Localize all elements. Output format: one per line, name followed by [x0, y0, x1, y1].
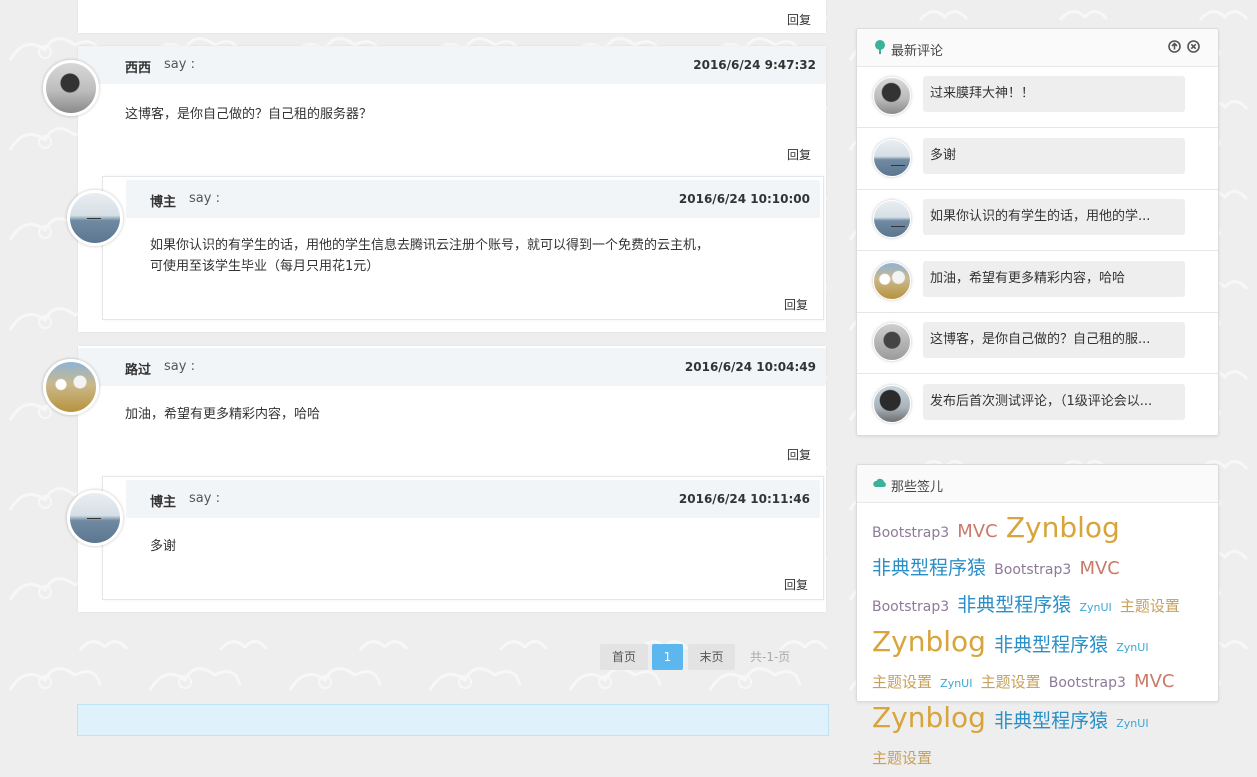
tag-link[interactable]: 主题设置	[1120, 597, 1180, 615]
say-label: say :	[189, 491, 220, 506]
latest-comment-text[interactable]: 这博客，是你自己做的？自己租的服...	[923, 322, 1185, 358]
comment-time: 2016/6/24 10:04:49	[684, 360, 816, 374]
pagination-total: 共-1-页	[750, 650, 791, 664]
reply-body: 如果你认识的有学生的话，用他的学生信息去腾讯云注册个账号，就可以得到一个免费的云…	[150, 235, 709, 277]
tag-cloud: Bootstrap3 MVC Zynblog 非典型程序猿 Bootstrap3…	[872, 511, 1206, 777]
tag-link[interactable]: ZynUI	[1079, 601, 1111, 614]
comment-header: 路过 say : 2016/6/24 10:04:49	[78, 348, 826, 386]
latest-comment-item[interactable]: 过来膜拜大神！！	[857, 66, 1218, 128]
latest-comment-text[interactable]: 发布后首次测试评论，（1级评论会以...	[923, 384, 1185, 420]
tags-panel: 那些签儿 Bootstrap3 MVC Zynblog 非典型程序猿 Boots…	[856, 464, 1219, 767]
reply-link[interactable]: 回复	[787, 146, 811, 163]
tag-link[interactable]: ZynUI	[940, 677, 972, 690]
close-icon[interactable]	[1187, 40, 1200, 53]
tag-link[interactable]: Bootstrap3	[1049, 675, 1126, 691]
reply-body: 多谢	[150, 539, 177, 554]
tag-link[interactable]: 主题设置	[981, 673, 1041, 691]
latest-comment-item[interactable]: 加油，希望有更多精彩内容，哈哈	[857, 251, 1218, 313]
reply-link[interactable]: 回复	[784, 576, 808, 593]
latest-comment-text[interactable]: 过来膜拜大神！！	[923, 76, 1185, 112]
reply-body-line: 可使用至该学生毕业（每月只用花1元）	[150, 259, 380, 274]
avatar[interactable]	[67, 490, 123, 546]
reply-link[interactable]: 回复	[787, 446, 811, 463]
latest-comment-item[interactable]: 如果你认识的有学生的话，用他的学...	[857, 189, 1218, 251]
tag-link[interactable]: 非典型程序猿	[994, 634, 1108, 656]
latest-comment-text[interactable]: 如果你认识的有学生的话，用他的学...	[923, 199, 1185, 235]
tree-icon	[875, 40, 885, 54]
comment-body: 加油，希望有更多精彩内容，哈哈	[125, 407, 321, 422]
reply-link[interactable]: 回复	[787, 11, 811, 28]
avatar[interactable]	[873, 262, 911, 300]
comment-thread: 路过 say : 2016/6/24 10:04:49 加油，希望有更多精彩内容…	[78, 346, 826, 612]
latest-comment-item[interactable]: 多谢	[857, 128, 1218, 190]
previous-comment-fragment: 回复	[78, 0, 826, 33]
reply-author[interactable]: 博主	[150, 491, 176, 510]
reply-time: 2016/6/24 10:10:00	[678, 192, 810, 206]
cloud-icon	[873, 478, 886, 487]
reply-card: 博主 say : 2016/6/24 10:10:00 如果你认识的有学生的话，…	[102, 176, 824, 320]
panel-title: 最新评论	[891, 44, 944, 59]
collapse-up-icon[interactable]	[1168, 40, 1181, 53]
avatar[interactable]	[43, 359, 99, 415]
avatar[interactable]	[873, 77, 911, 115]
latest-comments-panel: 最新评论 过来膜拜大神！！ 多谢 如果你认识的有学生的话，用他的学... 加油，…	[856, 28, 1219, 436]
pagination-last-button[interactable]: 末页	[688, 644, 735, 670]
tag-link[interactable]: 非典型程序猿	[957, 594, 1071, 616]
comment-form-bar	[77, 704, 829, 736]
tag-link[interactable]: Zynblog	[872, 625, 986, 658]
pagination-page-1[interactable]: 1	[652, 644, 683, 670]
latest-comment-item[interactable]: 发布后首次测试评论，（1级评论会以...	[857, 374, 1218, 435]
reply-header: 博主 say : 2016/6/24 10:10:00	[126, 180, 820, 218]
tag-link[interactable]: 非典型程序猿	[994, 710, 1108, 732]
reply-header: 博主 say : 2016/6/24 10:11:46	[126, 480, 820, 518]
tag-link[interactable]: Zynblog	[1006, 511, 1120, 544]
tag-link[interactable]: 非典型程序猿	[872, 557, 986, 579]
panel-header: 最新评论	[857, 29, 1218, 67]
tag-link[interactable]: ZynUI	[1116, 717, 1148, 730]
reply-link[interactable]: 回复	[784, 296, 808, 313]
tag-link[interactable]: MVC	[1134, 671, 1174, 692]
comment-body: 这博客，是你自己做的？自己租的服务器？	[125, 107, 373, 122]
say-label: say :	[189, 191, 220, 206]
latest-comment-item[interactable]: 这博客，是你自己做的？自己租的服...	[857, 312, 1218, 374]
say-label: say :	[164, 359, 195, 374]
tag-link[interactable]: Zynblog	[872, 701, 986, 734]
latest-comment-text[interactable]: 多谢	[923, 138, 1185, 174]
comment-header: 西西 say : 2016/6/24 9:47:32	[78, 46, 826, 84]
panel-header: 那些签儿	[857, 465, 1218, 503]
avatar[interactable]	[873, 323, 911, 361]
tag-link[interactable]: 主题设置	[872, 749, 932, 767]
tag-link[interactable]: 主题设置	[872, 673, 932, 691]
comment-author[interactable]: 路过	[125, 359, 151, 378]
say-label: say :	[164, 57, 195, 72]
avatar[interactable]	[67, 190, 123, 246]
latest-comment-text[interactable]: 加油，希望有更多精彩内容，哈哈	[923, 261, 1185, 297]
reply-author[interactable]: 博主	[150, 191, 176, 210]
tag-link[interactable]: Bootstrap3	[994, 562, 1071, 578]
avatar[interactable]	[43, 60, 99, 116]
reply-body-line: 如果你认识的有学生的话，用他的学生信息去腾讯云注册个账号，就可以得到一个免费的云…	[150, 238, 710, 253]
avatar[interactable]	[873, 385, 911, 423]
tag-link[interactable]: ZynUI	[1116, 641, 1148, 654]
tag-link[interactable]: MVC	[1079, 558, 1119, 579]
comment-author[interactable]: 西西	[125, 57, 151, 76]
tag-link[interactable]: Bootstrap3	[872, 599, 949, 615]
tag-link[interactable]: Bootstrap3	[872, 525, 949, 541]
avatar[interactable]	[873, 139, 911, 177]
reply-time: 2016/6/24 10:11:46	[678, 492, 810, 506]
avatar[interactable]	[873, 200, 911, 238]
pagination-first-button[interactable]: 首页	[600, 644, 648, 670]
comment-time: 2016/6/24 9:47:32	[693, 58, 816, 72]
tag-link[interactable]: MVC	[957, 521, 997, 542]
reply-card: 博主 say : 2016/6/24 10:11:46 多谢 回复	[102, 476, 824, 600]
comment-thread: 西西 say : 2016/6/24 9:47:32 这博客，是你自己做的？自己…	[78, 46, 826, 332]
panel-title: 那些签儿	[891, 480, 944, 495]
